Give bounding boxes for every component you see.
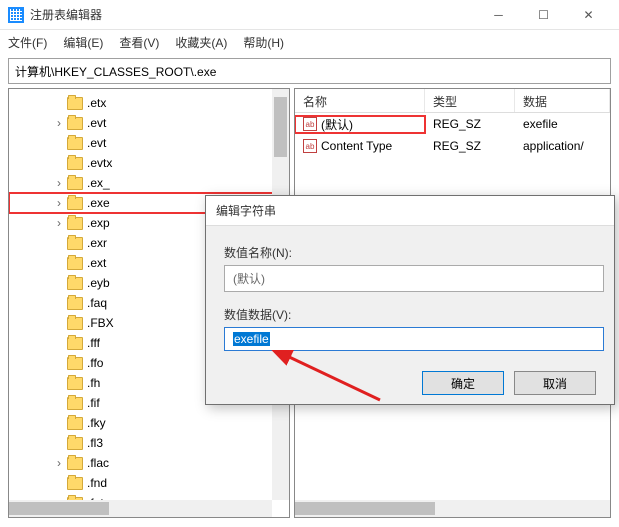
folder-icon — [67, 97, 83, 110]
col-data[interactable]: 数据 — [515, 89, 610, 112]
maximize-button[interactable]: ☐ — [521, 0, 566, 30]
string-value-icon: ab — [303, 139, 317, 153]
list-row[interactable]: ab Content Type REG_SZapplication/ — [295, 135, 610, 157]
cancel-button[interactable]: 取消 — [514, 371, 596, 395]
edit-string-dialog: 编辑字符串 数值名称(N): (默认) 数值数据(V): exefile 确定 … — [205, 195, 615, 405]
tree-item[interactable]: .evt — [9, 133, 289, 153]
menubar: 文件(F) 编辑(E) 查看(V) 收藏夹(A) 帮助(H) — [0, 30, 619, 54]
value-data: application/ — [515, 139, 610, 153]
folder-icon — [67, 237, 83, 250]
folder-icon — [67, 277, 83, 290]
tree-item-label: .fnd — [87, 476, 107, 490]
tree-item[interactable]: .etx — [9, 93, 289, 113]
menu-help[interactable]: 帮助(H) — [243, 34, 284, 51]
tree-item-label: .fl3 — [87, 436, 103, 450]
menu-view[interactable]: 查看(V) — [119, 34, 159, 51]
app-icon — [8, 7, 24, 23]
value-data-label: 数值数据(V): — [224, 306, 596, 323]
chevron-right-icon[interactable]: › — [53, 196, 65, 210]
tree-hscroll-thumb[interactable] — [9, 502, 109, 515]
folder-icon — [67, 377, 83, 390]
value-data: exefile — [515, 117, 610, 131]
tree-item[interactable]: › .evt — [9, 113, 289, 133]
tree-item-label: .evt — [87, 136, 106, 150]
tree-item-label: .ex_ — [87, 176, 110, 190]
tree-item-label: .fif — [87, 396, 100, 410]
col-type[interactable]: 类型 — [425, 89, 515, 112]
tree-item-label: .fff — [87, 336, 100, 350]
folder-icon — [67, 177, 83, 190]
menu-file[interactable]: 文件(F) — [8, 34, 47, 51]
tree-item[interactable]: .fl3 — [9, 433, 289, 453]
tree-item[interactable]: .fnd — [9, 473, 289, 493]
window-title: 注册表编辑器 — [30, 6, 476, 23]
tree-item-label: .exr — [87, 236, 107, 250]
tree-item-label: .ext — [87, 256, 106, 270]
folder-icon — [67, 157, 83, 170]
tree-item-label: .faq — [87, 296, 107, 310]
folder-icon — [67, 417, 83, 430]
minimize-button[interactable]: ─ — [476, 0, 521, 30]
chevron-right-icon[interactable]: › — [53, 116, 65, 130]
folder-icon — [67, 357, 83, 370]
menu-edit[interactable]: 编辑(E) — [63, 34, 103, 51]
address-text: 计算机\HKEY_CLASSES_ROOT\.exe — [15, 63, 216, 80]
list-header: 名称 类型 数据 — [295, 89, 610, 113]
tree-item-label: .flac — [87, 456, 109, 470]
folder-icon — [67, 117, 83, 130]
value-name: (默认) — [321, 116, 353, 133]
tree-item[interactable]: › .flac — [9, 453, 289, 473]
folder-icon — [67, 217, 83, 230]
tree-item-label: .etx — [87, 96, 106, 110]
col-name[interactable]: 名称 — [295, 89, 425, 112]
list-row[interactable]: ab (默认) REG_SZexefile — [295, 113, 610, 135]
value-type: REG_SZ — [425, 139, 515, 153]
ok-button[interactable]: 确定 — [422, 371, 504, 395]
tree-vscroll-thumb[interactable] — [274, 97, 287, 157]
folder-icon — [67, 397, 83, 410]
window-buttons: ─ ☐ ✕ — [476, 0, 611, 30]
chevron-right-icon[interactable]: › — [53, 216, 65, 230]
tree-item[interactable]: › .ex_ — [9, 173, 289, 193]
tree-item-label: .exe — [87, 196, 110, 210]
tree-item-label: .eyb — [87, 276, 110, 290]
list-hscroll-thumb[interactable] — [295, 502, 435, 515]
value-name-label: 数值名称(N): — [224, 244, 596, 261]
chevron-right-icon[interactable]: › — [53, 176, 65, 190]
value-data-input[interactable]: exefile — [224, 327, 604, 351]
value-name: Content Type — [321, 139, 392, 153]
folder-icon — [67, 477, 83, 490]
tree-item-label: .fh — [87, 376, 100, 390]
tree-item[interactable]: .evtx — [9, 153, 289, 173]
tree-item[interactable]: .fky — [9, 413, 289, 433]
folder-icon — [67, 137, 83, 150]
address-bar[interactable]: 计算机\HKEY_CLASSES_ROOT\.exe — [8, 58, 611, 84]
string-value-icon: ab — [303, 117, 317, 131]
folder-icon — [67, 437, 83, 450]
tree-hscroll[interactable] — [9, 500, 272, 517]
folder-icon — [67, 297, 83, 310]
folder-icon — [67, 197, 83, 210]
folder-icon — [67, 457, 83, 470]
tree-item-label: .ffo — [87, 356, 103, 370]
dialog-title: 编辑字符串 — [206, 196, 614, 226]
tree-item-label: .FBX — [87, 316, 114, 330]
chevron-right-icon[interactable]: › — [53, 456, 65, 470]
tree-item-label: .fky — [87, 416, 106, 430]
tree-item-label: .evt — [87, 116, 106, 130]
menu-favorites[interactable]: 收藏夹(A) — [175, 34, 227, 51]
folder-icon — [67, 317, 83, 330]
value-name-field: (默认) — [224, 265, 604, 292]
value-type: REG_SZ — [425, 117, 515, 131]
list-hscroll[interactable] — [295, 500, 610, 517]
tree-item-label: .exp — [87, 216, 110, 230]
folder-icon — [67, 337, 83, 350]
tree-item-label: .evtx — [87, 156, 112, 170]
close-button[interactable]: ✕ — [566, 0, 611, 30]
titlebar: 注册表编辑器 ─ ☐ ✕ — [0, 0, 619, 30]
folder-icon — [67, 257, 83, 270]
